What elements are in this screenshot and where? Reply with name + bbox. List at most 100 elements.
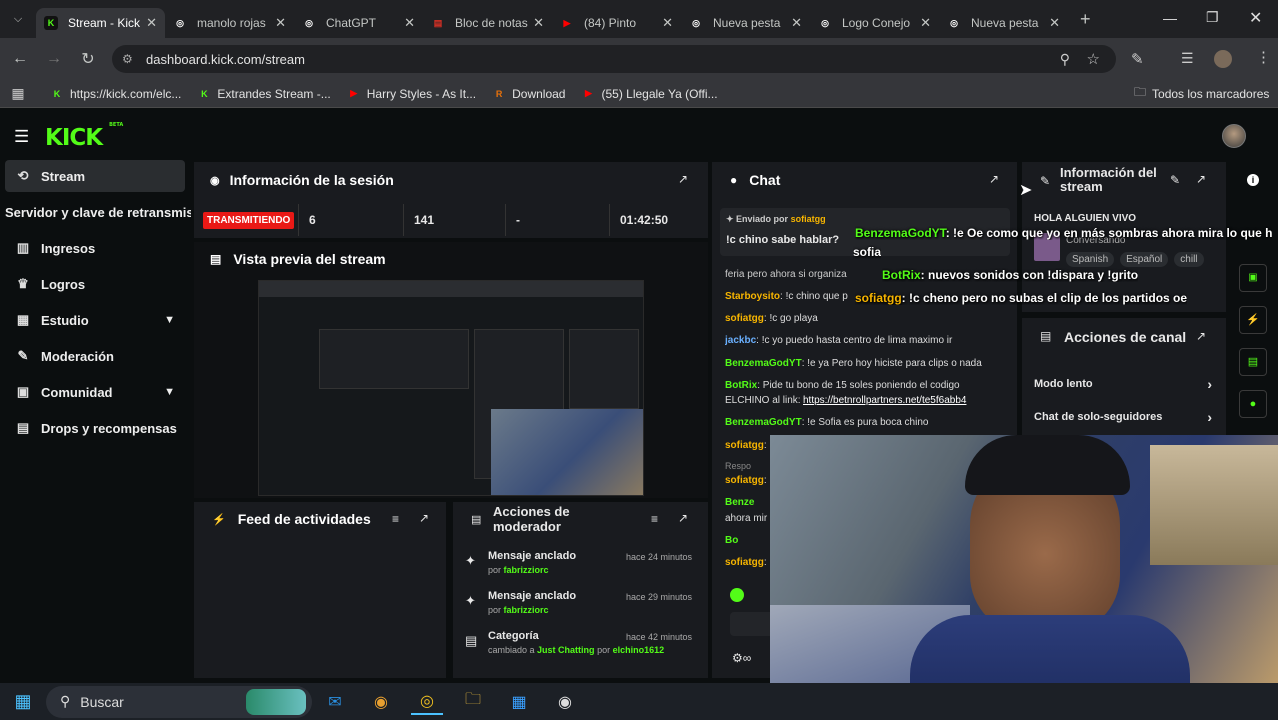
session-popout-icon[interactable]: ↗	[678, 172, 688, 186]
close-tab-icon[interactable]: ✕	[533, 15, 544, 31]
chat-username[interactable]: sofiatgg	[725, 475, 764, 486]
sidebar-item[interactable]: ♛ Logros	[5, 268, 185, 300]
obs-icon[interactable]: ◉	[549, 689, 581, 715]
minimize-button[interactable]: —	[1163, 10, 1177, 26]
media-control-icon[interactable]: ☰	[1181, 50, 1194, 67]
chat-message[interactable]: sofiatgg:	[725, 440, 770, 451]
chat-settings-icon[interactable]: ⚙∞	[732, 651, 751, 665]
kick-logo[interactable]: KICK BETA	[45, 122, 123, 151]
chrome-taskbar-icon[interactable]: ◎	[411, 689, 443, 715]
close-tab-icon[interactable]: ✕	[275, 15, 286, 31]
stream-tag[interactable]: Español	[1120, 252, 1169, 267]
sidebar-item[interactable]: ⟲ Stream	[5, 160, 185, 192]
stream-info-popout-icon[interactable]: ↗	[1196, 172, 1206, 186]
bookmark-star-icon[interactable]: ☆	[1087, 50, 1100, 68]
chat-message[interactable]: ahora mir	[725, 513, 770, 524]
all-bookmarks[interactable]: 🗀 Todos los marcadores	[1134, 83, 1269, 104]
sidebar-item[interactable]: ▥ Ingresos	[5, 232, 185, 264]
chat-message[interactable]: BenzemaGodYT: !e Sofia es pura boca chin…	[725, 417, 1005, 428]
sidebar-item[interactable]: ✎ Moderación	[5, 340, 185, 372]
browser-tab[interactable]: K Stream - Kick ✕	[36, 8, 165, 38]
chat-message[interactable]: jackbc: !c yo puedo hasta centro de lima…	[725, 335, 1005, 346]
browser-tab[interactable]: ◎ Nueva pesta ✕	[681, 8, 810, 38]
reload-icon[interactable]: ↻	[71, 49, 105, 69]
stream-preview-video[interactable]	[258, 280, 644, 496]
mod-popout-icon[interactable]: ↗	[678, 511, 688, 525]
forward-icon[interactable]: →	[37, 50, 71, 68]
stream-tag[interactable]: Spanish	[1066, 252, 1115, 267]
chat-username[interactable]: Starboysito	[725, 291, 780, 302]
medal-app-icon[interactable]: ◉	[365, 689, 397, 715]
bookmark-item[interactable]: ▶ Harry Styles - As It...	[347, 87, 476, 101]
slow-mode-row[interactable]: Modo lento ›	[1034, 376, 1214, 392]
browser-tab[interactable]: ▶ (84) Pinto ✕	[552, 8, 681, 38]
bookmark-item[interactable]: R Download	[492, 87, 566, 101]
activity-popout-icon[interactable]: ↗	[419, 511, 429, 525]
new-tab-button[interactable]: +	[1080, 9, 1091, 30]
browser-tab[interactable]: ◎ ChatGPT ✕	[294, 8, 423, 38]
chat-message[interactable]: Respo	[725, 461, 770, 472]
extensions-icon[interactable]: ✎	[1131, 50, 1144, 68]
detail-user[interactable]: Just Chatting	[537, 645, 595, 655]
browser-tab[interactable]: ◎ manolo rojas ✕	[165, 8, 294, 38]
sidebar-item[interactable]: ▣ Comunidad ▼	[5, 376, 185, 408]
chat-username[interactable]: BotRix	[725, 380, 757, 391]
back-icon[interactable]: ←	[3, 50, 37, 68]
chat-message[interactable]: sofiatgg:	[725, 557, 770, 568]
followers-only-row[interactable]: Chat de solo-seguidores ›	[1034, 409, 1214, 425]
bookmark-item[interactable]: ▶ (55) Llegale Ya (Offi...	[581, 87, 718, 101]
chat-username[interactable]: BenzemaGodYT	[725, 417, 802, 428]
detail-user[interactable]: fabrizziorc	[504, 605, 549, 615]
close-tab-icon[interactable]: ✕	[920, 15, 931, 31]
chat-username[interactable]: Benze	[725, 497, 754, 508]
edit-stream-icon[interactable]: ✎	[1170, 173, 1180, 187]
chat-message[interactable]: sofiatgg:	[725, 475, 770, 486]
chat-username[interactable]: jackbc	[725, 335, 756, 346]
close-tab-icon[interactable]: ✕	[662, 15, 673, 31]
zoom-icon[interactable]: ⚲	[1060, 51, 1070, 68]
taskbar-search[interactable]: ⚲ Buscar	[46, 685, 312, 718]
browser-menu-icon[interactable]: ⋮	[1256, 48, 1271, 66]
rail-button-3[interactable]: ▤	[1239, 348, 1267, 376]
chat-username[interactable]: Bo	[725, 535, 738, 546]
chat-message[interactable]: BenzemaGodYT: !e ya Pero hoy hiciste par…	[725, 358, 1005, 369]
chat-message[interactable]: BotRix: Pide tu bono de 15 soles poniend…	[725, 380, 1005, 391]
profile-avatar-icon[interactable]	[1214, 50, 1232, 68]
apps-grid-icon[interactable]: ▦	[0, 85, 36, 102]
chat-popout-icon[interactable]: ↗	[989, 172, 999, 186]
close-window-button[interactable]: ✕	[1249, 8, 1262, 28]
chat-username[interactable]: sofiatgg	[725, 313, 764, 324]
close-tab-icon[interactable]: ✕	[404, 15, 415, 31]
rail-button-2[interactable]: ⚡	[1239, 306, 1267, 334]
outlook-icon[interactable]: ✉	[319, 689, 351, 715]
tab-search-icon[interactable]: ⌵	[0, 13, 36, 26]
chat-message[interactable]: Bo	[725, 535, 770, 546]
browser-tab[interactable]: ◎ Logo Conejo ✕	[810, 8, 939, 38]
sidebar-item[interactable]: ▦ Estudio ▼	[5, 304, 185, 336]
detail-user[interactable]: fabrizziorc	[504, 565, 549, 575]
store-icon[interactable]: ▦	[503, 689, 535, 715]
browser-tab[interactable]: ▤ Bloc de notas ✕	[423, 8, 552, 38]
bookmark-item[interactable]: K Extrandes Stream -...	[197, 87, 331, 101]
stream-tag[interactable]: chill	[1174, 252, 1204, 267]
sidebar-item[interactable]: Servidor y clave de retransmisión	[5, 196, 191, 228]
restore-button[interactable]: ❐	[1206, 9, 1219, 26]
channel-actions-popout-icon[interactable]: ↗	[1196, 329, 1206, 343]
detail-user2[interactable]: elchino1612	[613, 645, 665, 655]
close-tab-icon[interactable]: ✕	[1049, 15, 1060, 31]
user-avatar[interactable]	[1222, 124, 1246, 148]
chat-message[interactable]: sofiatgg: !c go playa	[725, 313, 1005, 324]
rail-button-1[interactable]: ▣	[1239, 264, 1267, 292]
chat-message[interactable]: Benze	[725, 497, 770, 508]
bookmark-item[interactable]: Khttps://kick.com/elc...	[50, 87, 182, 101]
rail-button-4[interactable]: ●	[1239, 390, 1267, 418]
hamburger-menu-icon[interactable]: ☰	[14, 127, 29, 147]
chat-username[interactable]: BenzemaGodYT	[725, 358, 802, 369]
site-info-icon[interactable]: ⚙	[122, 52, 133, 66]
windows-start-icon[interactable]: ▦	[7, 689, 39, 715]
chat-emote-icon[interactable]	[730, 588, 744, 602]
close-tab-icon[interactable]: ✕	[791, 15, 802, 31]
close-tab-icon[interactable]: ✕	[146, 15, 157, 31]
file-explorer-icon[interactable]: 🗀	[457, 689, 489, 715]
chat-username[interactable]: sofiatgg	[725, 440, 764, 451]
